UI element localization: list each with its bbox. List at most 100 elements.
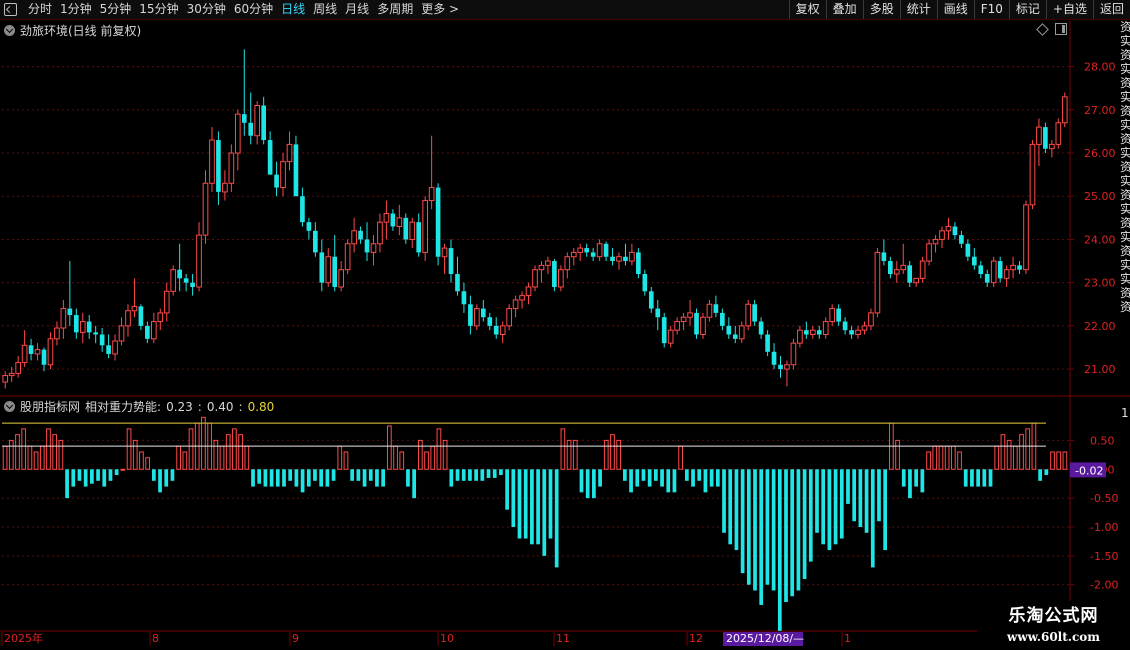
indicator-bar-negative bbox=[511, 469, 516, 527]
candle-body-down bbox=[190, 282, 195, 287]
candle-body-up bbox=[829, 308, 836, 323]
candle-body-up bbox=[112, 340, 118, 355]
candle-body-up bbox=[344, 243, 351, 271]
candle-body-up bbox=[422, 200, 428, 253]
candle-body-up bbox=[1010, 264, 1016, 271]
candle-body-down bbox=[984, 274, 990, 283]
indicator-bar-negative bbox=[827, 469, 832, 551]
date-tick-label: 10 bbox=[440, 632, 454, 645]
candle-body-up bbox=[616, 256, 622, 262]
candle-body-down bbox=[455, 274, 460, 292]
candle-body-up bbox=[532, 269, 538, 288]
indicator-bar-negative bbox=[653, 469, 658, 481]
indicator-bar-positive bbox=[560, 428, 566, 470]
candle-body-up bbox=[596, 243, 603, 258]
chart-canvas[interactable]: 28.00 27.00 26.00 25.00 24.00 23.00 22.00 21.00… bbox=[0, 0, 1130, 650]
indicator-bar-positive bbox=[244, 445, 250, 470]
indicator-bar-negative bbox=[901, 469, 906, 487]
candle-body-up bbox=[441, 247, 448, 258]
indicator-bar-positive bbox=[386, 425, 392, 470]
indicator-bar-negative bbox=[492, 469, 497, 478]
current-value-badge-text: -0.02 bbox=[1075, 464, 1103, 477]
candle-body-down bbox=[997, 261, 1003, 279]
candle-body-down bbox=[67, 308, 73, 316]
candle-body-up bbox=[1061, 96, 1068, 124]
indicator-bar-negative bbox=[808, 469, 813, 562]
indicator-bar-negative bbox=[151, 469, 156, 481]
candle-body-up bbox=[855, 329, 861, 336]
candle-body-up bbox=[499, 325, 506, 336]
candle-body-up bbox=[2, 375, 9, 383]
chevron-down-icon[interactable] bbox=[4, 401, 15, 412]
candle-body-down bbox=[804, 330, 809, 335]
candle-body-up bbox=[861, 325, 868, 331]
candle-body-down bbox=[836, 308, 841, 322]
candle-body-down bbox=[487, 317, 493, 326]
candle-body-down bbox=[461, 291, 467, 305]
date-tick-label: 12 bbox=[689, 632, 703, 645]
indicator-bar-negative bbox=[313, 469, 317, 481]
indicator-bar-positive bbox=[182, 451, 188, 470]
watermark: 乐淘公式网 www.60lt.com bbox=[977, 601, 1130, 650]
candle-body-down bbox=[816, 330, 822, 335]
candle-body-up bbox=[874, 251, 881, 314]
indicator-bar-negative bbox=[468, 469, 472, 481]
indicator-bar-negative bbox=[474, 469, 478, 481]
indicator-bar-positive bbox=[139, 451, 144, 470]
indicator-value-1: 0.23 bbox=[166, 399, 193, 414]
indicator-bar-negative bbox=[852, 469, 857, 522]
indicator-bar-positive bbox=[21, 428, 27, 470]
candle-body-up bbox=[202, 182, 209, 236]
indicator-bar-negative bbox=[672, 469, 677, 493]
candle-body-down bbox=[403, 217, 409, 240]
indicator-bar-positive bbox=[393, 445, 398, 470]
candle-body-up bbox=[674, 321, 680, 331]
candle-body-down bbox=[849, 330, 854, 335]
candle-body-up bbox=[286, 143, 293, 163]
candle-body-up bbox=[939, 230, 945, 240]
candle-body-down bbox=[732, 334, 738, 339]
indicator-bar-negative bbox=[796, 469, 801, 591]
indicator-tick-label: -2.00 bbox=[1090, 579, 1118, 592]
indicator-bar-negative bbox=[858, 469, 863, 527]
candle-body-down bbox=[694, 312, 699, 335]
candle-body-down bbox=[41, 349, 47, 365]
indicator-bar-negative bbox=[114, 469, 119, 476]
indicator-bar-positive bbox=[232, 428, 237, 470]
indicator-tick-label: 0.50 bbox=[1090, 434, 1115, 447]
indicator-bar-negative bbox=[753, 469, 757, 591]
indicator-bar-negative bbox=[877, 469, 881, 522]
price-tick-label: 25.00 bbox=[1084, 190, 1116, 203]
candle-body-up bbox=[254, 104, 261, 137]
indicator-bar-positive bbox=[603, 439, 609, 470]
candle-body-down bbox=[493, 325, 499, 335]
indicator-bar-negative bbox=[734, 469, 739, 551]
indicator-bar-negative bbox=[846, 469, 850, 504]
candle-body-up bbox=[15, 362, 21, 374]
indicator-bar-positive bbox=[1025, 428, 1031, 470]
indicator-bar-negative bbox=[802, 469, 807, 579]
indicator-tick-label: -0.50 bbox=[1090, 492, 1118, 505]
candle-body-up bbox=[525, 286, 532, 297]
candle-body-up bbox=[125, 310, 131, 327]
candle-body-up bbox=[370, 243, 377, 253]
indicator-bar-positive bbox=[213, 439, 219, 470]
indicator-bar-positive bbox=[938, 445, 944, 470]
candle-body-down bbox=[28, 345, 34, 354]
indicator-bar-negative bbox=[368, 469, 373, 481]
candle-body-up bbox=[54, 327, 60, 340]
indicator-bar-negative bbox=[988, 469, 993, 487]
candle-body-up bbox=[900, 264, 907, 271]
candle-body-down bbox=[332, 256, 338, 287]
indicator-name: 股朋指标网 bbox=[20, 400, 81, 414]
indicator-bar-negative bbox=[461, 469, 466, 481]
indicator-bar-negative bbox=[325, 469, 330, 487]
indicator-bar-negative bbox=[530, 469, 534, 545]
candle-body-down bbox=[293, 144, 299, 197]
date-cursor-label: 2025/12/08/— bbox=[726, 632, 804, 645]
candle-body-down bbox=[99, 334, 105, 346]
indicator-bar-negative bbox=[815, 469, 819, 533]
candle-body-up bbox=[228, 152, 235, 184]
candle-body-up bbox=[945, 225, 952, 232]
indicator-bar-positive bbox=[1012, 445, 1018, 470]
